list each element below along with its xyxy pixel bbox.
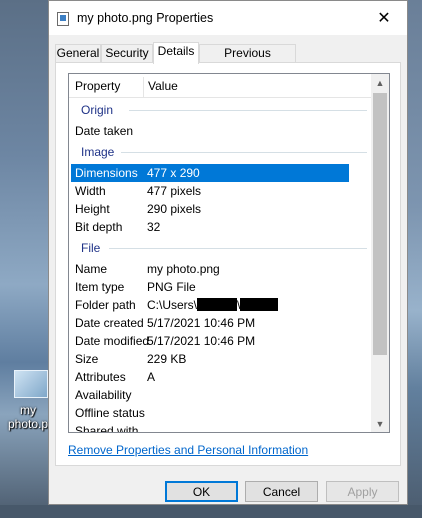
property-name: Availability: [75, 388, 132, 402]
property-row-availability[interactable]: Availability: [71, 386, 349, 404]
ok-button[interactable]: OK: [165, 481, 238, 502]
property-value: C:\Users\ \: [147, 298, 279, 312]
property-value: 229 KB: [147, 352, 187, 366]
property-row-height[interactable]: Height 290 pixels: [71, 200, 349, 218]
property-value: my photo.png: [147, 262, 220, 276]
property-name: Shared with: [75, 424, 139, 433]
section-image-label: Image: [81, 145, 115, 159]
property-name: Height: [75, 202, 110, 216]
close-icon: ✕: [377, 10, 391, 27]
property-row-date-modified[interactable]: Date modified 5/17/2021 10:46 PM: [71, 332, 349, 350]
cancel-button[interactable]: Cancel: [245, 481, 318, 502]
column-divider[interactable]: [143, 77, 144, 97]
column-header-property[interactable]: Property: [75, 79, 120, 93]
scrollbar-thumb[interactable]: [373, 93, 387, 355]
property-row-size[interactable]: Size 229 KB: [71, 350, 349, 368]
column-header-value[interactable]: Value: [148, 79, 178, 93]
property-name: Date created: [75, 316, 144, 330]
section-origin: Origin: [81, 103, 369, 119]
scroll-up-button[interactable]: ▲: [371, 74, 389, 91]
property-value: 477 pixels: [147, 184, 202, 198]
tab-general[interactable]: General: [55, 44, 101, 63]
redacted-folder: [240, 298, 279, 311]
property-name: Size: [75, 352, 99, 366]
section-file: File: [81, 241, 369, 257]
desktop-wallpaper-left: [0, 0, 48, 518]
tab-details[interactable]: Details: [153, 42, 199, 64]
property-row-name[interactable]: Name my photo.png: [71, 260, 349, 278]
property-name: Date taken: [75, 124, 134, 138]
desktop-file-label-line1: my: [20, 403, 36, 417]
folder-path-prefix: C:\Users\: [147, 298, 198, 312]
property-value: 5/17/2021 10:46 PM: [147, 334, 256, 348]
details-panel: Property Value Origin Date taken Image D…: [55, 62, 401, 466]
png-file-icon: [57, 12, 69, 26]
desktop-file-label[interactable]: my photo.p: [8, 403, 48, 431]
property-row-dimensions[interactable]: Dimensions 477 x 290: [71, 164, 349, 182]
property-name: Dimensions: [75, 166, 138, 180]
tab-security[interactable]: Security: [101, 44, 153, 63]
chevron-down-icon: ▼: [375, 418, 385, 429]
redacted-username: [197, 298, 238, 311]
property-name: Name: [75, 262, 108, 276]
section-divider: [109, 248, 367, 249]
property-value: 477 x 290: [147, 166, 200, 180]
vertical-scrollbar[interactable]: ▲ ▼: [371, 74, 389, 432]
property-name: Item type: [75, 280, 125, 294]
window-title: my photo.png Properties: [77, 11, 214, 25]
property-row-date-taken[interactable]: Date taken: [71, 122, 349, 140]
property-value: 32: [147, 220, 161, 234]
list-header: Property Value: [69, 74, 371, 98]
property-name: Offline status: [75, 406, 145, 420]
desktop-file-icon[interactable]: [14, 370, 48, 398]
property-row-bit-depth[interactable]: Bit depth 32: [71, 218, 349, 236]
property-row-offline-status[interactable]: Offline status: [71, 404, 349, 422]
remove-properties-link[interactable]: Remove Properties and Personal Informati…: [68, 443, 308, 457]
title-bar[interactable]: my photo.png Properties ✕: [49, 1, 407, 35]
property-value: 290 pixels: [147, 202, 202, 216]
property-name: Attributes: [75, 370, 126, 384]
properties-window: my photo.png Properties ✕ General Securi…: [48, 0, 408, 505]
property-value: A: [147, 370, 156, 384]
section-origin-label: Origin: [81, 103, 114, 117]
property-value: PNG File: [147, 280, 196, 294]
property-row-item-type[interactable]: Item type PNG File: [71, 278, 349, 296]
property-name: Folder path: [75, 298, 136, 312]
desktop-file-label-line2: photo.p: [8, 417, 49, 431]
section-image: Image: [81, 145, 369, 161]
scroll-down-button[interactable]: ▼: [371, 415, 389, 432]
tab-previous-versions[interactable]: Previous Versions: [199, 44, 296, 77]
desktop-wallpaper-bottom: [0, 505, 422, 518]
section-divider: [129, 110, 367, 111]
property-value: 5/17/2021 10:46 PM: [147, 316, 256, 330]
property-row-folder-path[interactable]: Folder path C:\Users\ \: [71, 296, 349, 314]
property-row-date-created[interactable]: Date created 5/17/2021 10:46 PM: [71, 314, 349, 332]
chevron-up-icon: ▲: [375, 77, 385, 88]
apply-button[interactable]: Apply: [326, 481, 399, 502]
section-file-label: File: [81, 241, 101, 255]
property-row-attributes[interactable]: Attributes A: [71, 368, 349, 386]
property-row-shared-with[interactable]: Shared with: [71, 422, 349, 433]
desktop-wallpaper-right: [408, 0, 422, 518]
property-name: Date modified: [75, 334, 150, 348]
property-row-width[interactable]: Width 477 pixels: [71, 182, 349, 200]
section-divider: [121, 152, 367, 153]
properties-list[interactable]: Property Value Origin Date taken Image D…: [68, 73, 390, 433]
close-button[interactable]: ✕: [361, 1, 407, 35]
property-name: Bit depth: [75, 220, 123, 234]
property-name: Width: [75, 184, 106, 198]
